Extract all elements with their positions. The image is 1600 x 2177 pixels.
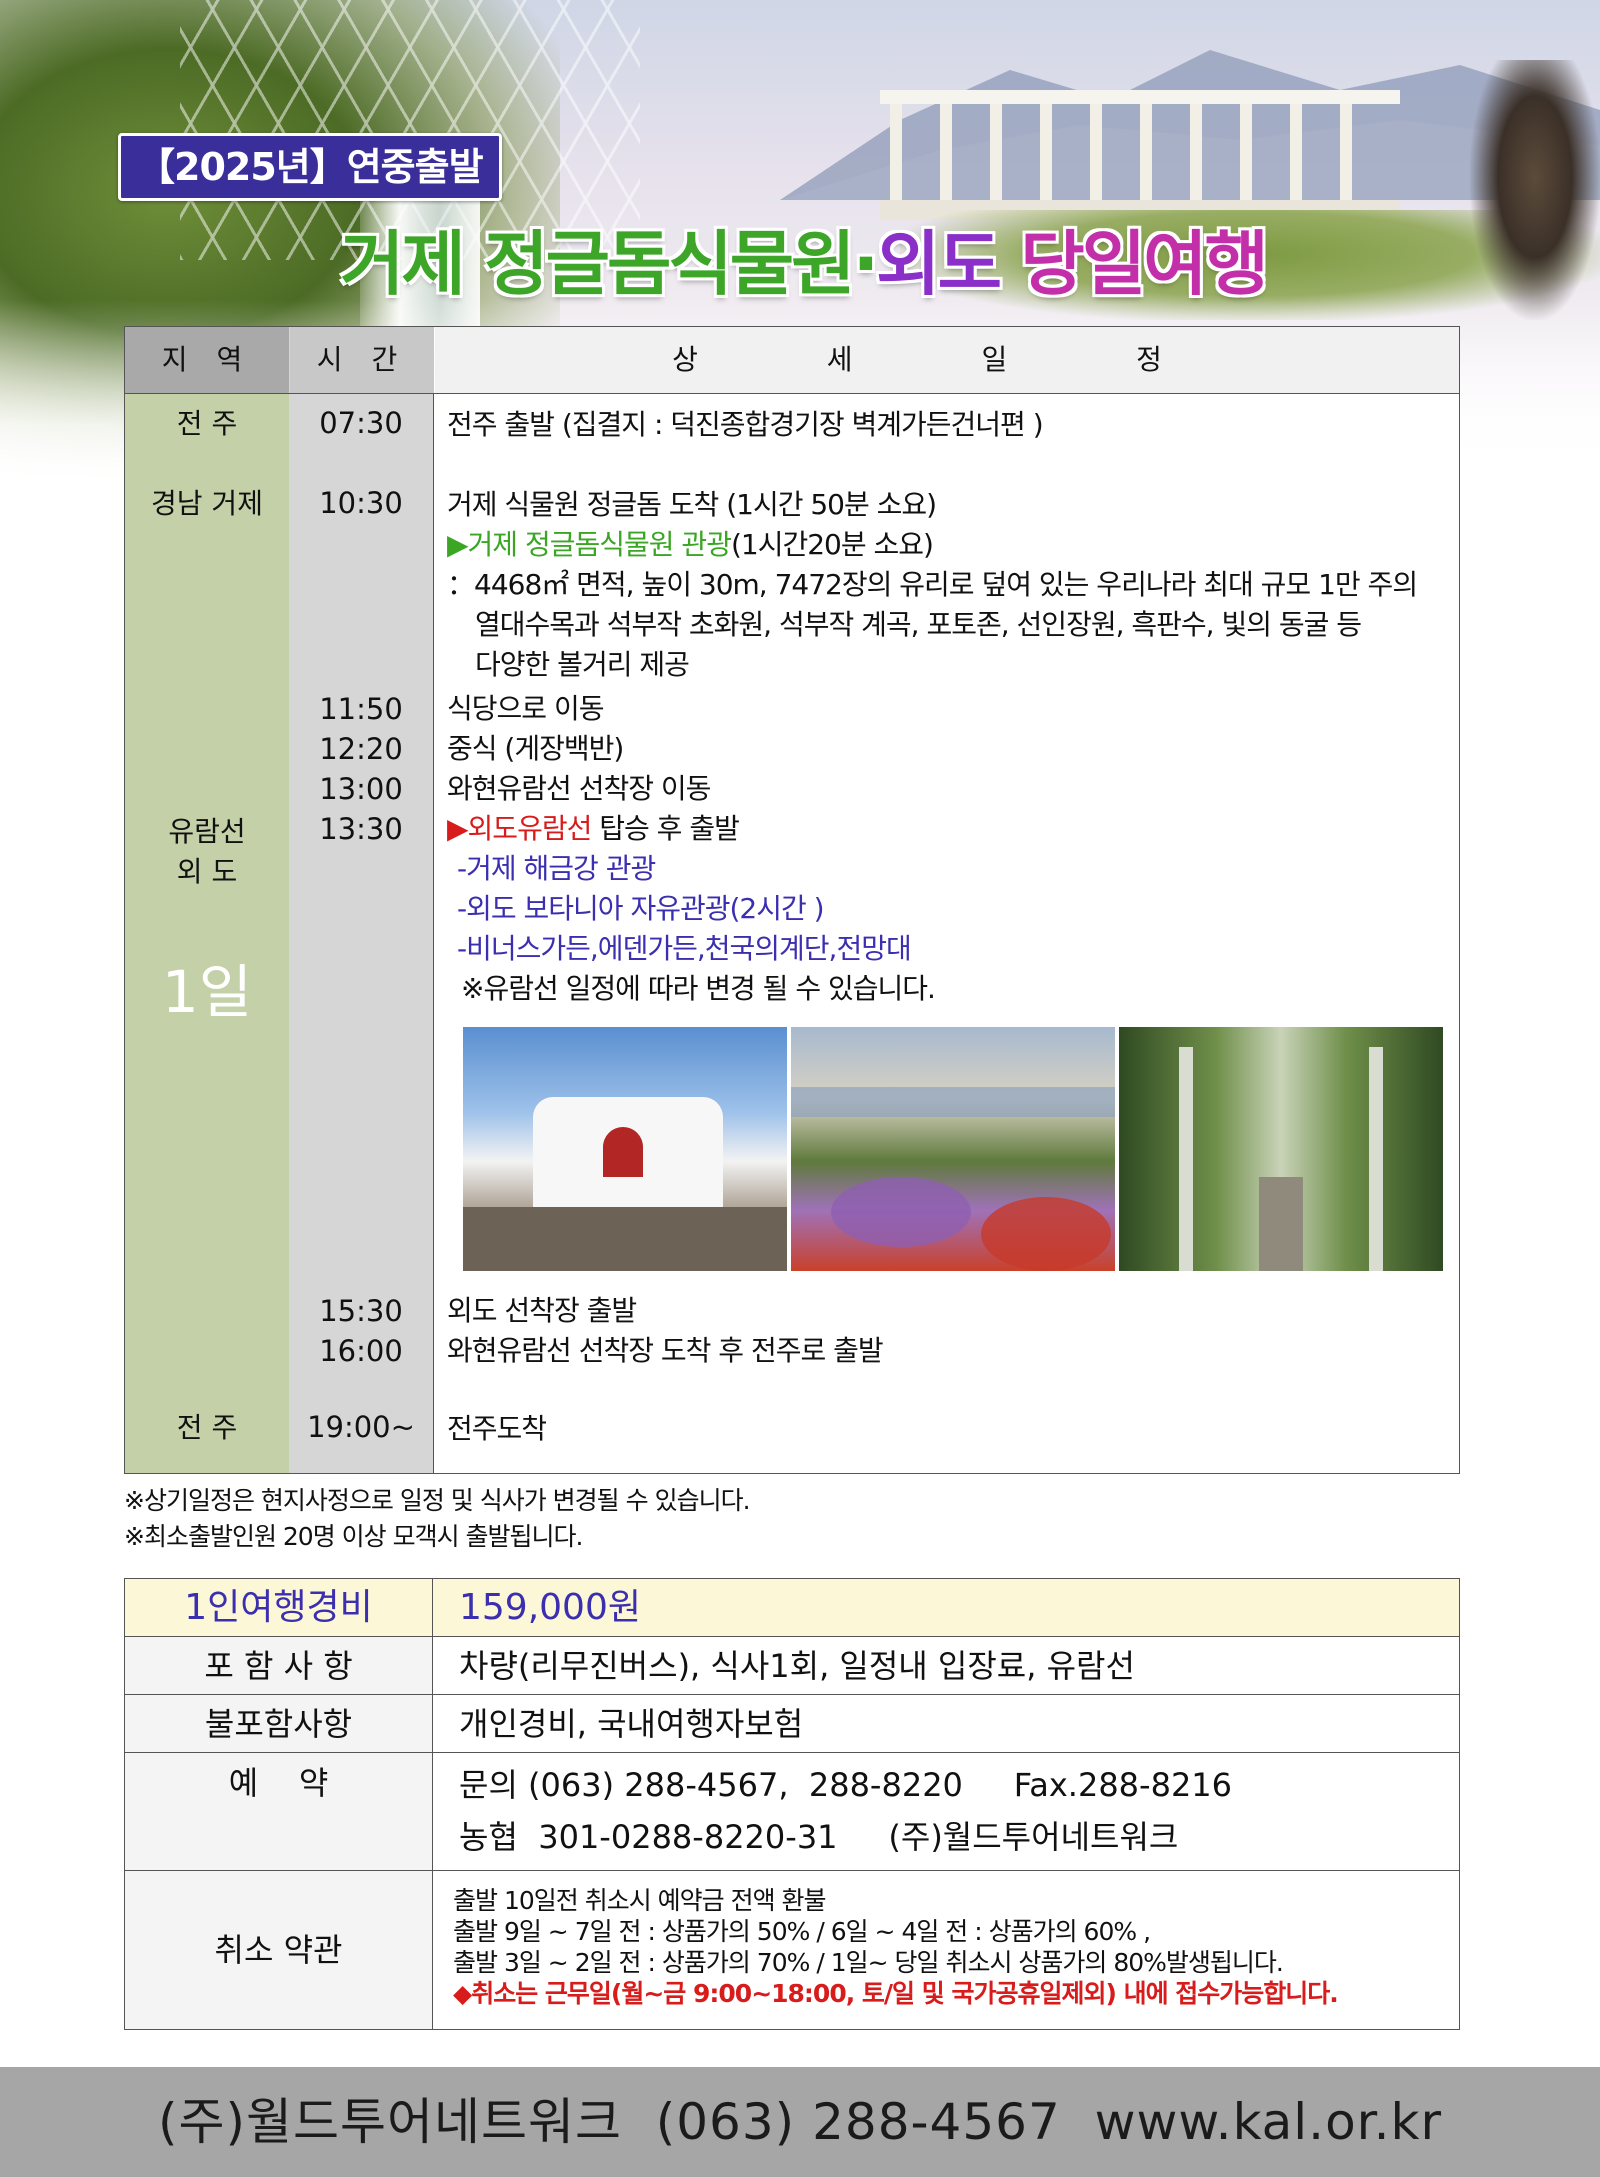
time-arrive-dome: 10:30 [319, 486, 403, 520]
detail-tour-dome: ▶거제 정글돔식물원 관광(1시간20분 소요) [447, 525, 934, 565]
title-dot: · [852, 223, 880, 305]
detail-restaurant: 식당으로 이동 [447, 692, 604, 725]
detail-cruise: ▶외도유람선 탑승 후 출발 [447, 809, 740, 849]
detail-dome-desc-3: 다양한 볼거리 제공 [475, 648, 690, 681]
detail-depart: 전주 출발 (집결지 : 덕진종합경기장 벽계가든건너편 ) [447, 408, 1044, 441]
time-arrive-jeonju: 19:00~ [307, 1410, 415, 1444]
reserve-contact: 문의 (063) 288-4567, 288-8220 Fax.288-8216 [459, 1766, 1233, 1804]
time-move-pier: 13:00 [319, 772, 403, 806]
statue-image [1470, 60, 1600, 320]
region-jeonju-end: 전 주 [176, 1411, 238, 1444]
detail-cruise-note: ※유람선 일정에 따라 변경 될 수 있습니다. [461, 972, 936, 1005]
cancel-label: 취소 약관 [125, 1871, 433, 2029]
year-badge: 【2025년】연중출발 [118, 133, 502, 201]
detail-dome-desc-2: 열대수목과 석부작 초화원, 석부작 계곡, 포토존, 선인장원, 흑판수, 빛… [475, 608, 1362, 641]
tour-dome-name: 거제 정글돔식물원 관광 [467, 528, 732, 561]
detail-sub-botania: -외도 보타니아 자유관광(2시간 ) [457, 892, 825, 925]
header-time: 시 간 [290, 327, 434, 393]
photo-oedo-villa [463, 1027, 787, 1271]
price-table: 1인여행경비 159,000원 포 함 사 항 차량(리무진버스), 식사1회,… [124, 1578, 1460, 2030]
detail-dome-desc-1: ：4468㎡ 면적, 높이 30m, 7472장의 유리로 덮여 있는 우리나라… [447, 568, 1418, 601]
detail-arrive-dome: 거제 식물원 정글돔 도착 (1시간 50분 소요) [447, 488, 937, 521]
tour-dome-time: (1시간20분 소요) [730, 528, 934, 561]
title-oedo: 외도 [876, 223, 1002, 305]
detail-arrive-jeonju: 전주도착 [447, 1412, 547, 1445]
region-oedo: 외 도 [176, 855, 238, 888]
detail-return: 와현유람선 선착장 도착 후 전주로 출발 [447, 1334, 884, 1367]
cancel-policy-line: 출발 3일 ~ 2일 전 : 상품가의 70% / 1일~ 당일 취소시 상품가… [453, 1948, 1284, 1977]
page-title: 거제 정글돔식물원·외도 당일여행 [340, 218, 1269, 310]
exclude-value: 개인경비, 국내여행자보험 [433, 1695, 1459, 1753]
itinerary-header-row: 지 역 시 간 상 세 일 정 [125, 327, 1459, 394]
cruise-marker: ▶ [447, 812, 469, 845]
header-region: 지 역 [125, 327, 289, 393]
title-day-trip: 당일여행 [1020, 223, 1269, 305]
footer-text: (주)월드투어네트워크 (063) 288-4567 www.kal.or.kr [157, 2093, 1443, 2151]
itinerary-table: 지 역 시 간 상 세 일 정 전 주 경남 거제 유람선 외 도 1일 전 주… [124, 326, 1460, 1474]
cruise-name: 외도유람선 [467, 812, 593, 845]
time-return: 16:00 [319, 1334, 403, 1368]
cancel-policy-line: 출발 9일 ~ 7일 전 : 상품가의 50% / 6일 ~ 4일 전 : 상품… [453, 1917, 1151, 1946]
time-oedo-depart: 15:30 [319, 1294, 403, 1328]
photo-oedo-tree-path [1119, 1027, 1443, 1271]
note-schedule-change: ※상기일정은 현지사정으로 일정 및 식사가 변경될 수 있습니다. [124, 1486, 751, 1515]
detail-move-pier: 와현유람선 선착장 이동 [447, 772, 711, 805]
title-jungle-dome: 거제 정글돔식물원 [340, 223, 856, 305]
time-lunch: 12:20 [319, 732, 403, 766]
detail-sub-gardens: -비너스가든,에덴가든,천국의계단,전망대 [457, 932, 912, 965]
time-cruise: 13:30 [319, 812, 403, 846]
note-min-participants: ※최소출발인원 20명 이상 모객시 출발됩니다. [124, 1522, 583, 1551]
include-value: 차량(리무진버스), 식사1회, 일정내 입장료, 유람선 [433, 1637, 1459, 1695]
region-day: 1일 [161, 958, 253, 1026]
photo-oedo-flower-garden [791, 1027, 1115, 1271]
region-geoje: 경남 거제 [151, 487, 263, 520]
tour-dome-marker: ▶ [447, 528, 469, 561]
reserve-bank: 농협 301-0288-8220-31 (주)월드투어네트워크 [459, 1818, 1179, 1856]
region-cruise: 유람선 [168, 815, 246, 848]
cancel-value: 출발 10일전 취소시 예약금 전액 환불 출발 9일 ~ 7일 전 : 상품가… [433, 1871, 1459, 2029]
cancel-policy-line: 출발 10일전 취소시 예약금 전액 환불 [453, 1886, 827, 1915]
region-jeonju-start: 전 주 [176, 407, 238, 440]
header-detail: 상 세 일 정 [435, 327, 1459, 393]
cost-label: 1인여행경비 [125, 1579, 433, 1637]
detail-lunch: 중식 (게장백반) [447, 732, 624, 765]
colonnade-image [880, 90, 1400, 220]
reserve-value: 문의 (063) 288-4567, 288-8220 Fax.288-8216… [433, 1753, 1459, 1871]
cancel-policy-notice: ◆취소는 근무일(월~금 9:00~18:00, 토/일 및 국가공휴일제외) … [453, 1979, 1339, 2008]
reserve-label: 예 약 [125, 1753, 433, 1871]
cruise-rest: 탑승 후 출발 [591, 812, 740, 845]
time-depart: 07:30 [319, 406, 403, 440]
detail-sub-haegeumgang: -거제 해금강 관광 [457, 852, 656, 885]
cost-value: 159,000원 [433, 1579, 1459, 1637]
include-label: 포 함 사 항 [125, 1637, 433, 1695]
footer-contact-bar: (주)월드투어네트워크 (063) 288-4567 www.kal.or.kr [0, 2067, 1600, 2177]
time-restaurant: 11:50 [319, 692, 403, 726]
detail-oedo-depart: 외도 선착장 출발 [447, 1294, 637, 1327]
exclude-label: 불포함사항 [125, 1695, 433, 1753]
